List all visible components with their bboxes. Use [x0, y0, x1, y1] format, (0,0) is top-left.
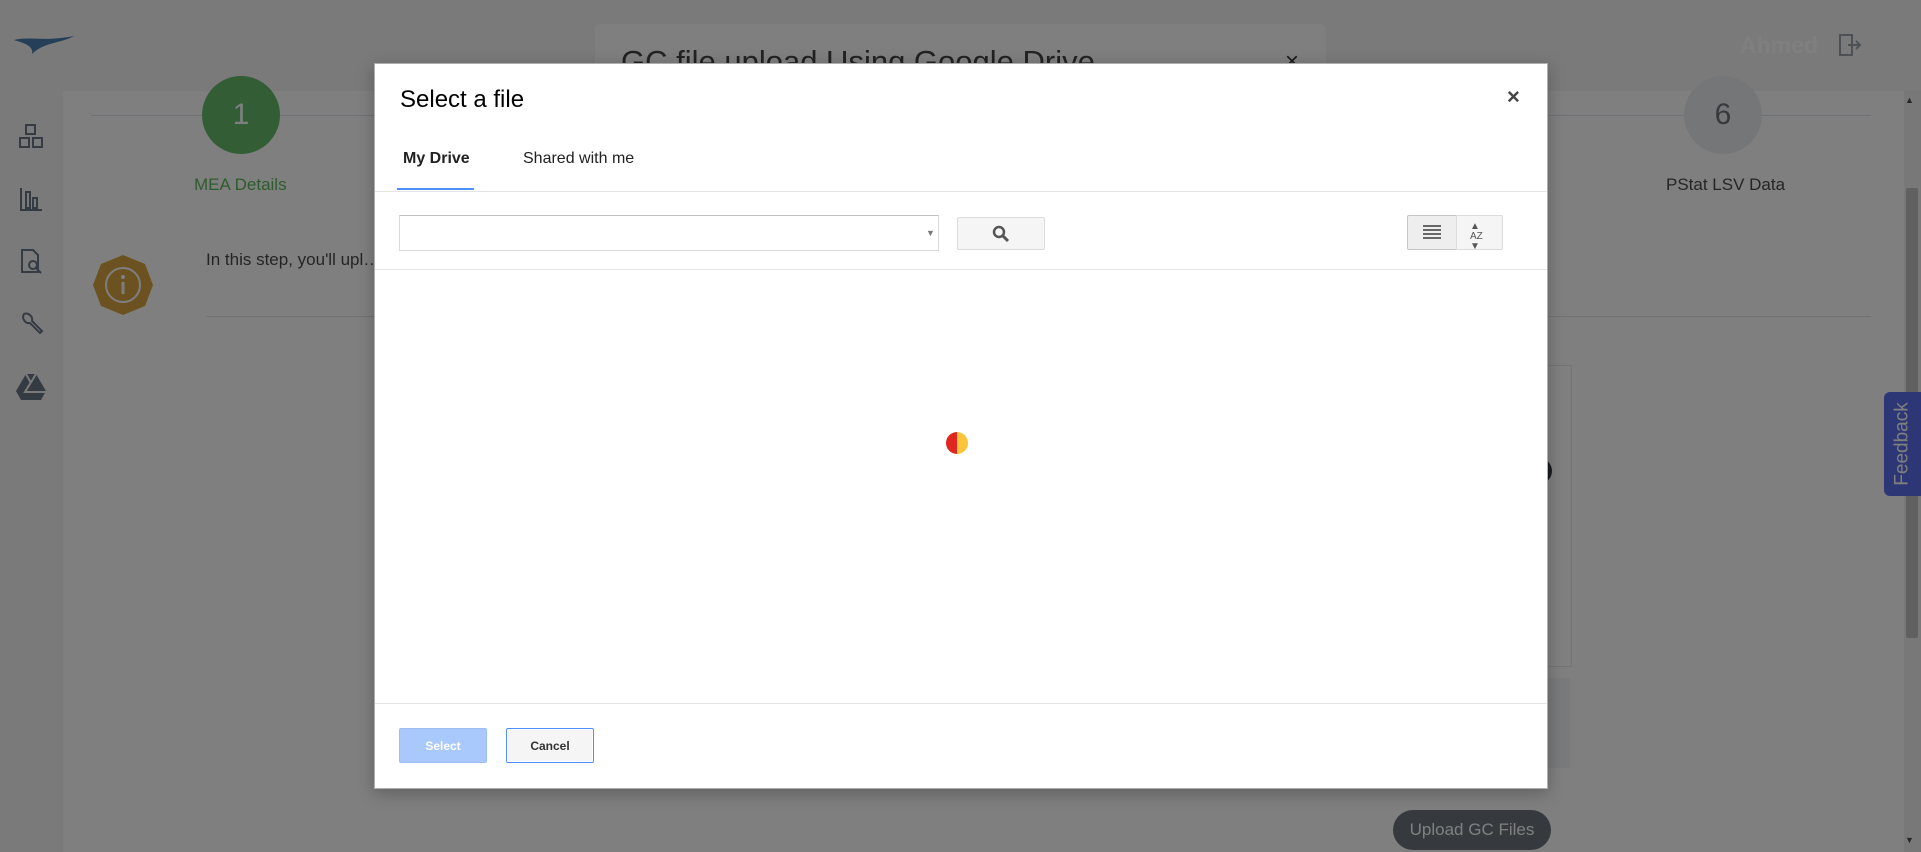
list-icon — [1423, 225, 1441, 239]
search-button[interactable] — [957, 217, 1045, 250]
list-view-button[interactable] — [1407, 215, 1457, 250]
close-icon[interactable]: × — [1507, 84, 1520, 110]
dialog-title: Select a file — [400, 86, 525, 113]
loading-spinner-icon — [946, 432, 968, 454]
active-tab-indicator — [397, 188, 474, 190]
sort-az-icon: ▲ AZ ▼ — [1470, 221, 1483, 252]
chevron-down-icon[interactable]: ▼ — [926, 228, 935, 238]
tab-shared-with-me[interactable]: Shared with me — [523, 150, 634, 168]
divider — [375, 191, 1547, 192]
search-input[interactable]: ▼ — [399, 215, 939, 251]
divider — [375, 269, 1547, 270]
sort-button[interactable]: ▲ AZ ▼ — [1456, 215, 1503, 252]
divider — [375, 703, 1547, 704]
file-picker-dialog: Select a file × My Drive Shared with me … — [374, 63, 1548, 789]
search-icon — [992, 225, 1010, 243]
cancel-button[interactable]: Cancel — [506, 728, 594, 763]
select-button[interactable]: Select — [399, 728, 487, 763]
tab-my-drive[interactable]: My Drive — [403, 150, 470, 168]
